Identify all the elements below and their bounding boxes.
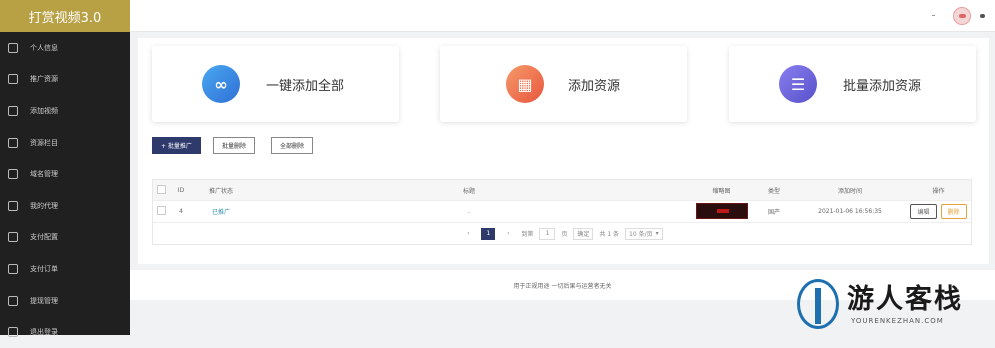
edit-button[interactable]: 编辑 [910, 204, 937, 219]
page-unit: 页 [561, 231, 568, 238]
row-thumbnail-cell [689, 202, 754, 221]
sidebar-item-label: 推广资源 [30, 75, 58, 84]
delete-all-button[interactable]: 全部删除 [270, 137, 313, 154]
order-icon [8, 263, 18, 274]
calendar-icon [8, 137, 18, 148]
watermark: 游人客栈 YOURENKEZHAN.COM [797, 277, 987, 333]
watermark-subtext: YOURENKEZHAN.COM [851, 317, 944, 325]
batch-add-card[interactable]: ☰ 批量添加资源 [729, 46, 976, 122]
add-all-card[interactable]: ∞ 一键添加全部 [152, 46, 399, 122]
resource-table: ID 推广状态 标题 缩略图 类型 添加时间 操作 4 已推广 . 国产 202… [152, 179, 972, 245]
list-icon: ☰ [779, 65, 817, 103]
header-cell: 推广状态 [208, 187, 233, 195]
page-input[interactable]: 1 [539, 227, 556, 240]
row-thumbnail [695, 202, 748, 219]
header-cell: 类型 [767, 187, 780, 195]
per-page-select[interactable]: 10 条/页 ▾ [625, 227, 663, 240]
card-label: 一键添加全部 [266, 78, 345, 94]
chevron-down-icon[interactable] [980, 14, 985, 18]
minus-box-icon [8, 169, 18, 180]
user-icon [8, 200, 18, 211]
sidebar-item-label: 支付配置 [30, 233, 58, 242]
goto-confirm-button[interactable]: 确定 [573, 227, 594, 240]
cube-icon [8, 105, 18, 116]
sidebar-item-profile[interactable]: 个人信息 [0, 32, 130, 64]
main-content: ∞ 一键添加全部 ▦ 添加资源 ☰ 批量添加资源 + 批量推广 批量删除 全部删… [138, 38, 989, 264]
top-dash [932, 15, 935, 16]
per-page-value: 10 条/页 [629, 231, 653, 238]
sidebar-item-label: 支付订单 [30, 264, 58, 273]
sidebar-item-promo-resources[interactable]: 推广资源 [0, 64, 130, 96]
chevron-down-icon: ▾ [655, 230, 659, 237]
app-title: 打赏视频3.0 [0, 0, 130, 32]
header-cell: 缩略图 [712, 187, 731, 195]
sidebar: 打赏视频3.0 个人信息 推广资源 添加视频 资源栏目 域名管理 我的代理 支付… [0, 0, 130, 338]
table-header: ID 推广状态 标题 缩略图 类型 添加时间 操作 [153, 180, 971, 200]
sidebar-item-withdrawals[interactable]: 提现管理 [0, 285, 130, 317]
row-id: 4 [179, 208, 183, 215]
avatar[interactable] [953, 7, 971, 25]
logout-icon [8, 327, 18, 338]
row-title: . [468, 208, 470, 215]
goto-label: 到第 [521, 231, 534, 238]
sidebar-item-domains[interactable]: 域名管理 [0, 158, 130, 190]
row-actions: 编辑 删除 [906, 204, 971, 219]
batch-promote-button[interactable]: + 批量推广 [152, 137, 201, 154]
action-buttons: + 批量推广 批量删除 全部删除 [152, 137, 313, 154]
next-page-icon[interactable]: › [501, 228, 515, 240]
prev-page-icon[interactable]: ‹ [461, 228, 475, 240]
sidebar-item-label: 我的代理 [30, 201, 58, 210]
row-time: 2021-01-06 16:56:35 [818, 208, 882, 215]
add-resource-card[interactable]: ▦ 添加资源 [440, 46, 687, 122]
sidebar-item-label: 个人信息 [30, 43, 58, 52]
sidebar-item-agents[interactable]: 我的代理 [0, 190, 130, 222]
card-label: 批量添加资源 [843, 78, 922, 94]
sidebar-item-payment-orders[interactable]: 支付订单 [0, 253, 130, 285]
batch-delete-button[interactable]: 批量删除 [212, 137, 255, 154]
sidebar-item-label: 提现管理 [30, 296, 58, 305]
sidebar-item-label: 域名管理 [30, 170, 58, 179]
sidebar-item-label: 资源栏目 [30, 138, 58, 147]
row-checkbox[interactable] [156, 206, 166, 215]
header-cell [153, 184, 169, 196]
watermark-logo-icon [797, 279, 839, 329]
sidebar-item-logout[interactable]: 退出登录 [0, 316, 130, 348]
row-type: 国产 [767, 209, 780, 216]
withdraw-icon [8, 295, 18, 306]
pagination: ‹ 1 › 到第 1 页 确定 共 1 条 10 条/页 ▾ [153, 222, 971, 244]
sidebar-item-add-video[interactable]: 添加视频 [0, 95, 130, 127]
lock-icon [8, 232, 18, 243]
header-cell: 标题 [462, 187, 475, 195]
footer-text: 用于正规用途 一切后果与运营者无关 [513, 283, 612, 290]
header-cell: 操作 [932, 187, 945, 195]
qrcode-icon: ▦ [506, 65, 544, 103]
header-cell: 添加时间 [837, 187, 862, 195]
sidebar-nav: 个人信息 推广资源 添加视频 资源栏目 域名管理 我的代理 支付配置 支付订单 … [0, 32, 130, 348]
sidebar-item-payment-config[interactable]: 支付配置 [0, 222, 130, 254]
card-label: 添加资源 [568, 78, 621, 94]
row-cell [153, 206, 169, 217]
delete-button[interactable]: 删除 [940, 204, 967, 219]
sidebar-item-resource-columns[interactable]: 资源栏目 [0, 127, 130, 159]
layers-icon [8, 74, 18, 85]
sidebar-item-label: 添加视频 [30, 106, 58, 115]
table-row: 4 已推广 . 国产 2021-01-06 16:56:35 编辑 删除 [153, 200, 971, 222]
topbar [130, 0, 995, 32]
row-status: 已推广 [211, 209, 230, 216]
select-all-checkbox[interactable] [156, 184, 166, 194]
sidebar-item-label: 退出登录 [30, 328, 58, 337]
watermark-text: 游人客栈 [847, 284, 963, 315]
monitor-icon [8, 42, 18, 53]
header-cell: ID [177, 186, 185, 194]
total-count: 共 1 条 [599, 231, 620, 238]
link-icon: ∞ [202, 65, 240, 103]
page-current[interactable]: 1 [481, 227, 496, 240]
